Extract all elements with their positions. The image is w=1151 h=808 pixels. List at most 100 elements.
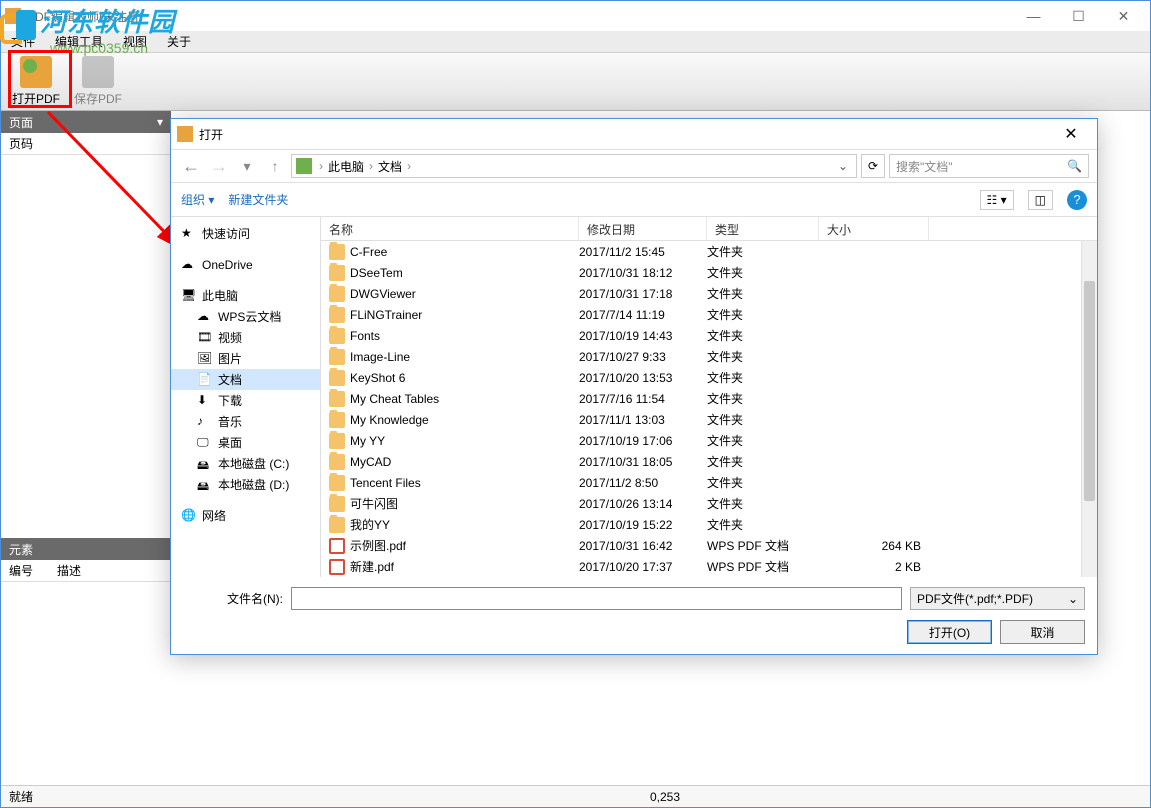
tree-item[interactable]: 🖥此电脑 xyxy=(171,285,320,306)
tree-item[interactable]: ☁OneDrive xyxy=(171,254,320,275)
file-row[interactable]: My YY2017/10/19 17:06文件夹 xyxy=(321,430,1097,451)
list-header: 名称 修改日期 类型 大小 xyxy=(321,217,1097,241)
file-type: 文件夹 xyxy=(707,369,819,386)
organize-button[interactable]: 组织 ▾ xyxy=(181,191,214,208)
col-date-header[interactable]: 修改日期 xyxy=(579,217,707,240)
download-icon: ⬇ xyxy=(197,393,213,409)
col-name-header[interactable]: 名称 xyxy=(321,217,579,240)
nav-recent-button[interactable]: ▾ xyxy=(235,154,259,178)
file-size: 264 KB xyxy=(819,539,929,553)
file-row[interactable]: My Cheat Tables2017/7/16 11:54文件夹 xyxy=(321,388,1097,409)
tree-item[interactable]: 🖴 本地磁盘 (D:) xyxy=(171,474,320,495)
menubar: 文件 编辑工具 视图 关于 xyxy=(1,31,1150,53)
file-row[interactable]: Tencent Files2017/11/2 8:50文件夹 xyxy=(321,472,1097,493)
folder-icon xyxy=(329,328,345,344)
cloud-icon: ☁ xyxy=(197,309,213,325)
pages-subhead: 页码 xyxy=(1,133,171,155)
tree-item[interactable]: ⬇下载 xyxy=(171,390,320,411)
tree-item-label: 本地磁盘 (D:) xyxy=(218,476,289,493)
file-row[interactable]: My Knowledge2017/11/1 13:03文件夹 xyxy=(321,409,1097,430)
folder-icon xyxy=(329,391,345,407)
file-date: 2017/11/2 15:45 xyxy=(579,245,707,259)
nav-up-button[interactable]: ↑ xyxy=(263,154,287,178)
preview-pane-button[interactable]: ◫ xyxy=(1028,190,1053,210)
elements-col-desc: 描述 xyxy=(49,562,81,579)
file-row[interactable]: FLiNGTrainer2017/7/14 11:19文件夹 xyxy=(321,304,1097,325)
tree-item[interactable]: 📄文档 xyxy=(171,369,320,390)
file-date: 2017/11/1 13:03 xyxy=(579,413,707,427)
net-icon: 🌐 xyxy=(181,508,197,524)
file-date: 2017/10/26 13:14 xyxy=(579,497,707,511)
file-name: 可牛闪图 xyxy=(350,495,398,512)
menu-about[interactable]: 关于 xyxy=(157,31,201,53)
tree-item[interactable]: ☁WPS云文档 xyxy=(171,306,320,327)
file-name: DSeeTem xyxy=(350,266,403,280)
nav-back-button[interactable]: ← xyxy=(179,154,203,178)
file-row[interactable]: 我的YY2017/10/19 15:22文件夹 xyxy=(321,514,1097,535)
main-toolbar: 打开PDF 保存PDF xyxy=(1,53,1150,111)
new-folder-button[interactable]: 新建文件夹 xyxy=(228,191,288,208)
nav-forward-button[interactable]: → xyxy=(207,154,231,178)
open-pdf-button[interactable]: 打开PDF xyxy=(5,53,67,111)
filename-input[interactable] xyxy=(291,587,902,610)
menu-edit-tools[interactable]: 编辑工具 xyxy=(45,31,113,53)
tree-item-label: 文档 xyxy=(218,371,242,388)
col-type-header[interactable]: 类型 xyxy=(707,217,819,240)
tree-item[interactable]: 🖵桌面 xyxy=(171,432,320,453)
elements-columns: 编号 描述 xyxy=(1,560,171,582)
file-type: 文件夹 xyxy=(707,474,819,491)
file-type: 文件夹 xyxy=(707,243,819,260)
star-icon: ★ xyxy=(181,226,197,242)
file-row[interactable]: KeyShot 62017/10/20 13:53文件夹 xyxy=(321,367,1097,388)
file-row[interactable]: MyCAD2017/10/31 18:05文件夹 xyxy=(321,451,1097,472)
cancel-button[interactable]: 取消 xyxy=(1000,620,1085,644)
breadcrumb-dropdown[interactable]: ⌄ xyxy=(834,159,852,173)
tree-item[interactable]: 🎞视频 xyxy=(171,327,320,348)
tree-item[interactable]: 🖴本地磁盘 (C:) xyxy=(171,453,320,474)
tree-item-label: 视频 xyxy=(218,329,242,346)
main-titlebar: PDF编辑大师(未注册) — ☐ ✕ xyxy=(1,1,1150,31)
file-row[interactable]: 可牛闪图2017/10/26 13:14文件夹 xyxy=(321,493,1097,514)
folder-icon xyxy=(329,265,345,281)
breadcrumb-item-docs[interactable]: 文档 xyxy=(378,158,402,175)
help-button[interactable]: ? xyxy=(1067,190,1087,210)
file-row[interactable]: 新建.pdf2017/10/20 17:37WPS PDF 文档2 KB xyxy=(321,556,1097,577)
minimize-button[interactable]: — xyxy=(1011,1,1056,31)
disk-icon: 🖴 xyxy=(197,477,213,493)
search-icon: 🔍 xyxy=(1067,159,1082,173)
tree-item-label: 网络 xyxy=(202,507,226,524)
menu-view[interactable]: 视图 xyxy=(113,31,157,53)
file-type: WPS PDF 文档 xyxy=(707,537,819,554)
menu-file[interactable]: 文件 xyxy=(1,31,45,53)
file-type-filter[interactable]: PDF文件(*.pdf;*.PDF) ⌄ xyxy=(910,587,1085,610)
panel-menu-icon[interactable]: ▾ xyxy=(157,115,163,129)
file-row[interactable]: DWGViewer2017/10/31 17:18文件夹 xyxy=(321,283,1097,304)
col-size-header[interactable]: 大小 xyxy=(819,217,929,240)
folder-icon xyxy=(329,286,345,302)
scrollbar[interactable] xyxy=(1081,241,1097,577)
scrollbar-thumb[interactable] xyxy=(1084,281,1095,501)
breadcrumb-item-pc[interactable]: 此电脑 xyxy=(328,158,364,175)
tree-item[interactable]: ★快速访问 xyxy=(171,223,320,244)
search-input[interactable]: 搜索"文档" 🔍 xyxy=(889,154,1089,178)
disk-icon: 🖴 xyxy=(197,456,213,472)
pdf-icon xyxy=(329,538,345,554)
folder-icon xyxy=(329,496,345,512)
file-row[interactable]: Image-Line2017/10/27 9:33文件夹 xyxy=(321,346,1097,367)
tree-item[interactable]: ♪音乐 xyxy=(171,411,320,432)
breadcrumb[interactable]: › 此电脑 › 文档 › ⌄ xyxy=(291,154,857,178)
tree-item[interactable]: 🖼图片 xyxy=(171,348,320,369)
tree-item[interactable]: 🌐 网络 xyxy=(171,505,320,526)
open-button[interactable]: 打开(O) xyxy=(907,620,992,644)
dialog-close-button[interactable]: ✕ xyxy=(1051,122,1091,146)
close-button[interactable]: ✕ xyxy=(1101,1,1146,31)
file-row[interactable]: 示例图.pdf2017/10/31 16:42WPS PDF 文档264 KB xyxy=(321,535,1097,556)
file-row[interactable]: DSeeTem2017/10/31 18:12文件夹 xyxy=(321,262,1097,283)
save-pdf-button[interactable]: 保存PDF xyxy=(67,53,129,111)
view-mode-button[interactable]: ☷ ▾ xyxy=(980,190,1014,210)
refresh-button[interactable]: ⟳ xyxy=(861,154,885,178)
file-name: Image-Line xyxy=(350,350,410,364)
file-row[interactable]: Fonts2017/10/19 14:43文件夹 xyxy=(321,325,1097,346)
maximize-button[interactable]: ☐ xyxy=(1056,1,1101,31)
file-row[interactable]: C-Free2017/11/2 15:45文件夹 xyxy=(321,241,1097,262)
